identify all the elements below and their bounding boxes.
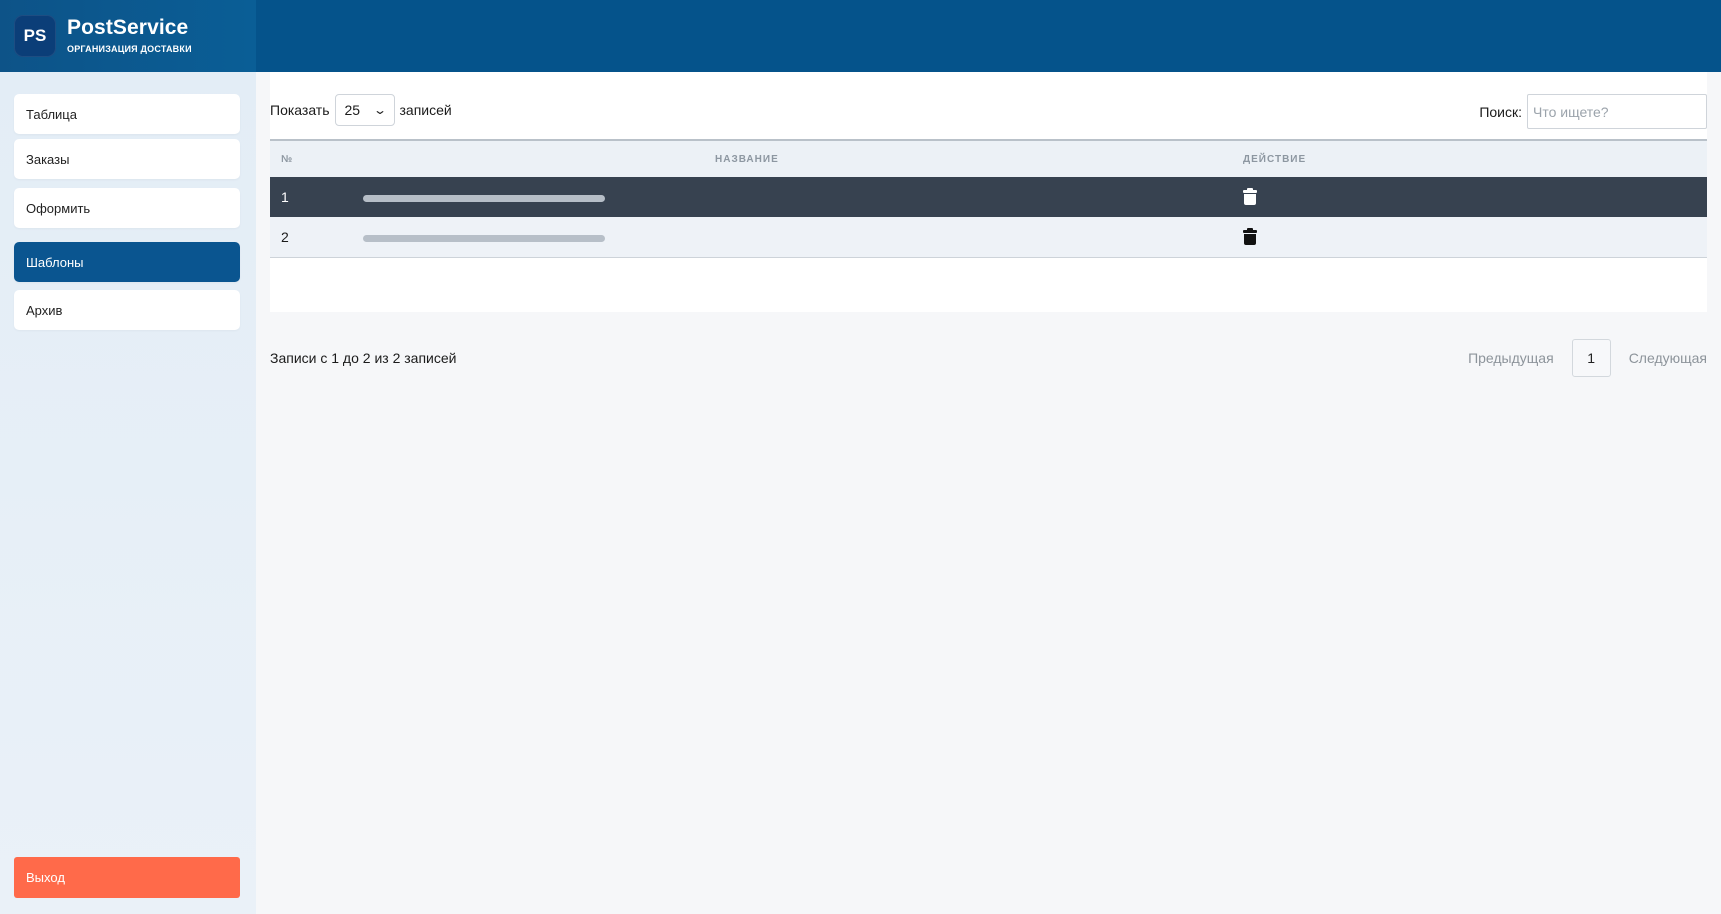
sidebar: Таблица Заказы Оформить Шаблоны Архив Вы… [0, 72, 256, 914]
templates-table: № НАЗВАНИЕ ДЕЙСТВИЕ 1 2 [270, 139, 1707, 258]
row-action [1233, 217, 1707, 257]
trash-icon[interactable] [1243, 228, 1257, 246]
sidebar-item-table[interactable]: Таблица [14, 94, 240, 134]
records-label: записей [399, 102, 452, 118]
column-header-number[interactable]: № [270, 140, 363, 177]
prev-page-button[interactable]: Предыдущая [1468, 350, 1554, 366]
brand: PS PostService ОРГАНИЗАЦИЯ ДОСТАВКИ [0, 0, 256, 72]
brand-subtitle: ОРГАНИЗАЦИЯ ДОСТАВКИ [67, 44, 192, 54]
logout-button[interactable]: Выход [14, 857, 240, 898]
row-name [363, 217, 1233, 257]
row-number: 2 [281, 228, 289, 245]
chevron-down-icon: ⌄ [373, 103, 388, 117]
redacted-name-bar [363, 234, 605, 242]
table-header-row: № НАЗВАНИЕ ДЕЙСТВИЕ [270, 140, 1707, 177]
column-header-name[interactable]: НАЗВАНИЕ [363, 140, 1233, 177]
search-input[interactable] [1527, 94, 1707, 129]
row-action [1233, 177, 1707, 217]
table-row[interactable]: 1 [270, 177, 1707, 217]
redacted-name-bar [363, 194, 605, 202]
page-size-value: 25 [344, 102, 361, 118]
search-control: Поиск: [1479, 94, 1707, 129]
brand-title: PostService [67, 16, 189, 39]
sidebar-item-archive[interactable]: Архив [14, 290, 240, 330]
pagination: Предыдущая 1 Следующая [1468, 339, 1707, 377]
table-row[interactable]: 2 [270, 217, 1707, 257]
search-label: Поиск: [1479, 103, 1522, 120]
show-label: Показать [270, 102, 330, 118]
column-header-action[interactable]: ДЕЙСТВИЕ [1233, 140, 1707, 177]
top-bar: PS PostService ОРГАНИЗАЦИЯ ДОСТАВКИ [0, 0, 1721, 72]
main-content: Показать 25 ⌄ записей Поиск: № НАЗВАНИЕ … [256, 72, 1721, 914]
row-name [363, 177, 1233, 217]
brand-text: PostService ОРГАНИЗАЦИЯ ДОСТАВКИ [67, 17, 192, 55]
sidebar-item-create[interactable]: Оформить [14, 188, 240, 228]
row-number: 1 [281, 189, 289, 205]
sidebar-item-orders[interactable]: Заказы [14, 139, 240, 179]
page-size-control: Показать 25 ⌄ записей [270, 94, 452, 126]
trash-icon[interactable] [1243, 188, 1257, 206]
sidebar-item-templates[interactable]: Шаблоны [14, 242, 240, 282]
next-page-button[interactable]: Следующая [1629, 350, 1707, 366]
page-number-button[interactable]: 1 [1571, 339, 1611, 377]
table-info: Записи с 1 до 2 из 2 записей [270, 350, 457, 366]
logo: PS [14, 15, 56, 57]
page-size-select[interactable]: 25 ⌄ [334, 94, 395, 126]
